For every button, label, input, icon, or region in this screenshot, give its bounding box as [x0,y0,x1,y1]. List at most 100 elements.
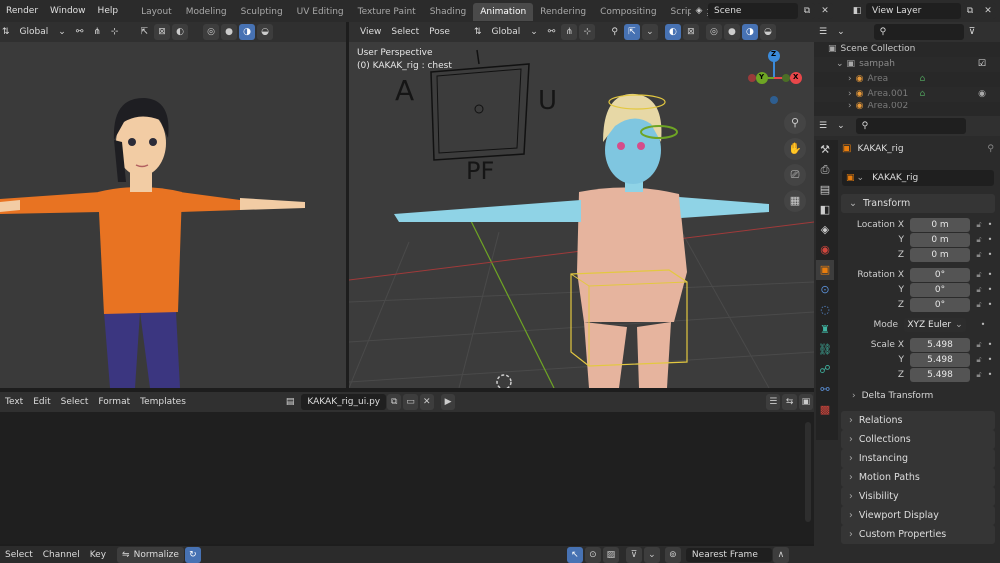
text-file-icon[interactable]: ▤ [281,394,300,410]
snap-icon[interactable]: ⊚ [664,546,681,563]
rotation-mode-dropdown[interactable]: XYZ Euler ⌄ [904,317,966,332]
shading-material-icon[interactable]: ◑ [741,24,758,40]
eye-icon[interactable]: ◉ [978,87,986,102]
left-orientation-dropdown[interactable]: Global [15,24,54,40]
chevron-right-icon[interactable]: › [848,102,852,110]
view-layer-selector[interactable]: View Layer [866,3,961,19]
pivot-icon[interactable]: ⚯ [543,24,561,40]
outliner-collection-row[interactable]: ⌄ ▣ sampah ☑ [814,57,1000,72]
pan-hand-icon[interactable]: ✋ [784,138,806,160]
shading-solid-icon[interactable]: ● [221,24,237,40]
keyframe-dot-icon[interactable]: • [985,270,995,279]
texture-icon[interactable]: ▩ [816,400,834,420]
new-view-layer-icon[interactable]: ⧉ [962,3,978,19]
hidden-icon[interactable]: ▨ [602,546,619,563]
panel-visibility[interactable]: › Visibility [841,487,995,506]
unlink-icon[interactable]: ✕ [419,394,434,410]
shading-wire-icon[interactable]: ◎ [705,24,722,40]
snap-icon[interactable]: ⋔ [88,24,106,40]
chevron-right-icon[interactable]: › [848,87,852,102]
delete-scene-icon[interactable]: ✕ [817,3,833,19]
syntax-highlight-icon[interactable]: ▣ [798,394,813,410]
tab-rendering[interactable]: Rendering [533,3,593,21]
tab-uv-editing[interactable]: UV Editing [290,3,351,21]
panel-motion-paths[interactable]: › Motion Paths [841,468,995,487]
snap-icon[interactable]: ⋔ [561,24,578,40]
refresh-icon[interactable]: ↻ [184,546,201,563]
visibility-icon[interactable]: ⚲ [606,24,623,40]
location-y-field[interactable]: 0 m [910,232,970,247]
tab-compositing[interactable]: Compositing [593,3,663,21]
panel-instancing[interactable]: › Instancing [841,449,995,468]
lock-icon[interactable]: 🔓︎ [973,285,985,295]
shading-rendered-icon[interactable]: ◒ [257,24,273,40]
navigation-gizmo[interactable]: Z X Y [742,46,806,110]
normalize-toggle[interactable]: ⇋ Normalize [117,546,184,563]
menu-templates[interactable]: Templates [135,394,191,410]
tab-texture-paint[interactable]: Texture Paint [351,3,423,21]
outliner-scene-collection[interactable]: ▣ Scene Collection [814,42,1000,57]
menu-channel[interactable]: Channel [38,547,85,563]
view-layer-icon[interactable]: ◧ [816,200,834,220]
pivot-icon[interactable]: ⚯ [71,24,89,40]
tab-modeling[interactable]: Modeling [179,3,234,21]
keyframe-dot-icon[interactable]: • [985,220,995,229]
scale-y-field[interactable]: 5.498 [910,352,970,367]
overlay-icon[interactable]: ◐ [172,24,188,40]
chevron-right-icon[interactable]: › [848,72,852,87]
left-viewport[interactable] [0,42,346,388]
lock-icon[interactable]: 🔓︎ [973,270,985,280]
filter-icon[interactable]: ⊽ [964,24,981,40]
keyframe-dot-icon[interactable]: • [985,235,995,244]
tab-layout[interactable]: Layout [134,3,179,21]
chevron-down-icon[interactable]: ⌄ [836,57,844,72]
text-editor-scrollbar[interactable] [805,422,811,522]
only-selected-icon[interactable]: ⊙ [584,546,601,563]
render-icon[interactable]: ⎙ [816,160,834,180]
lock-icon[interactable]: 🔓︎ [973,250,985,260]
scene-icon[interactable]: ◈ [816,220,834,240]
lock-icon[interactable]: 🔓︎ [973,220,985,230]
constraints-icon[interactable]: ⛓ [816,340,834,360]
keyframe-dot-icon[interactable]: • [985,340,995,349]
location-x-field[interactable]: 0 m [910,217,970,232]
shading-solid-icon[interactable]: ● [723,24,740,40]
lock-icon[interactable]: 🔓︎ [973,355,985,365]
picker-letter-a[interactable]: A [395,74,414,107]
keyframe-dot-icon[interactable]: • [978,320,988,329]
menu-key[interactable]: Key [85,547,111,563]
rotation-x-field[interactable]: 0° [910,267,970,282]
gizmo-dropdown-icon[interactable]: ⌄ [641,24,658,40]
scene-selector[interactable]: Scene [708,3,798,19]
menu-select[interactable]: Select [56,394,94,410]
lock-icon[interactable]: 🔓︎ [973,235,985,245]
picker-letter-u[interactable]: U [538,86,557,116]
outliner-item[interactable]: › ◉ Area ⌂ [814,72,1000,87]
delete-view-layer-icon[interactable]: ✕ [980,3,996,19]
cursor-select-icon[interactable]: ↖ [566,546,583,563]
run-script-icon[interactable]: ▶ [440,394,456,410]
open-folder-icon[interactable]: ▭ [403,394,418,410]
rotation-z-field[interactable]: 0° [910,297,970,312]
tab-sculpting[interactable]: Sculpting [234,3,290,21]
gizmo-icon[interactable]: ⇱ [135,24,153,40]
xray-icon[interactable]: ⊠ [154,24,170,40]
camera-icon[interactable]: ⎚ [784,164,806,186]
menu-pose[interactable]: Pose [424,24,455,40]
filter-dropdown-icon[interactable]: ⌄ [643,546,660,563]
menu-view[interactable]: View [355,24,386,40]
output-icon[interactable]: ▤ [816,180,834,200]
collection-checkbox[interactable]: ☑ [978,57,986,72]
new-scene-icon[interactable]: ⧉ [799,3,815,19]
menu-select[interactable]: Select [386,24,424,40]
transform-orientation-icon[interactable]: ⇅ [469,24,487,40]
scale-x-field[interactable]: 5.498 [910,337,970,352]
keyframe-dot-icon[interactable]: • [985,370,995,379]
menu-render[interactable]: Render [0,0,44,22]
gizmo-icon[interactable]: ⇱ [623,24,640,40]
outliner-editor-icon[interactable]: ☰ [814,24,832,40]
keyframe-dot-icon[interactable]: • [985,355,995,364]
lock-icon[interactable]: 🔓︎ [973,340,985,350]
line-numbers-icon[interactable]: ☰ [766,394,781,410]
panel-custom-properties[interactable]: › Custom Properties [841,525,995,544]
